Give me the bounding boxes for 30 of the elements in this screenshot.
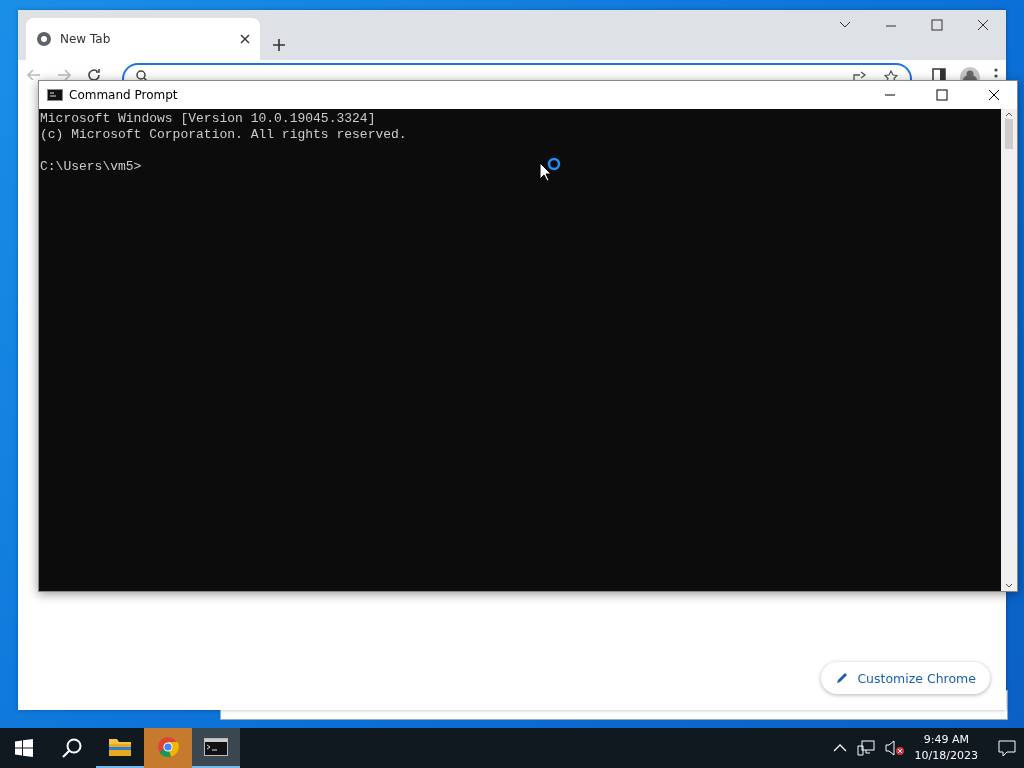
clock-date[interactable]: 10/18/2023 <box>914 748 978 764</box>
chevron-up-icon[interactable] <box>832 743 847 753</box>
customize-chrome-button[interactable]: Customize Chrome <box>821 662 990 694</box>
notification-icon[interactable] <box>998 739 1016 757</box>
folder-icon <box>108 737 132 757</box>
close-icon[interactable] <box>240 34 250 44</box>
speaker-muted-icon[interactable] <box>884 740 905 756</box>
terminal-icon <box>47 89 63 101</box>
plus-icon[interactable] <box>272 38 286 52</box>
share-icon[interactable] <box>852 70 868 80</box>
browser-tab[interactable]: New Tab <box>26 18 260 60</box>
clock-time[interactable]: 9:49 AM <box>923 732 969 748</box>
sidebar-icon[interactable] <box>932 67 946 80</box>
console-line: Microsoft Windows [Version 10.0.19045.3324] <box>40 111 376 127</box>
taskbar-app-button[interactable] <box>192 728 240 768</box>
pencil-icon <box>835 671 850 685</box>
window-title: Command Prompt <box>69 88 178 102</box>
chrome-icon <box>157 736 179 758</box>
console-line: (c) Microsoft Corporation. All rights reserved. <box>40 127 407 143</box>
console-prompt: C:\Users\vm5> <box>40 159 142 175</box>
menu-icon[interactable] <box>994 67 998 80</box>
scrollbar-thumb[interactable] <box>1005 119 1013 149</box>
logo-icon <box>36 31 52 47</box>
scrollbar[interactable] <box>1001 109 1017 591</box>
star-icon[interactable] <box>884 70 898 80</box>
terminal-icon <box>204 738 228 756</box>
search-icon <box>136 70 148 80</box>
reload-icon[interactable] <box>86 67 102 80</box>
busy-cursor-icon <box>538 156 562 184</box>
network-icon[interactable] <box>856 740 875 756</box>
